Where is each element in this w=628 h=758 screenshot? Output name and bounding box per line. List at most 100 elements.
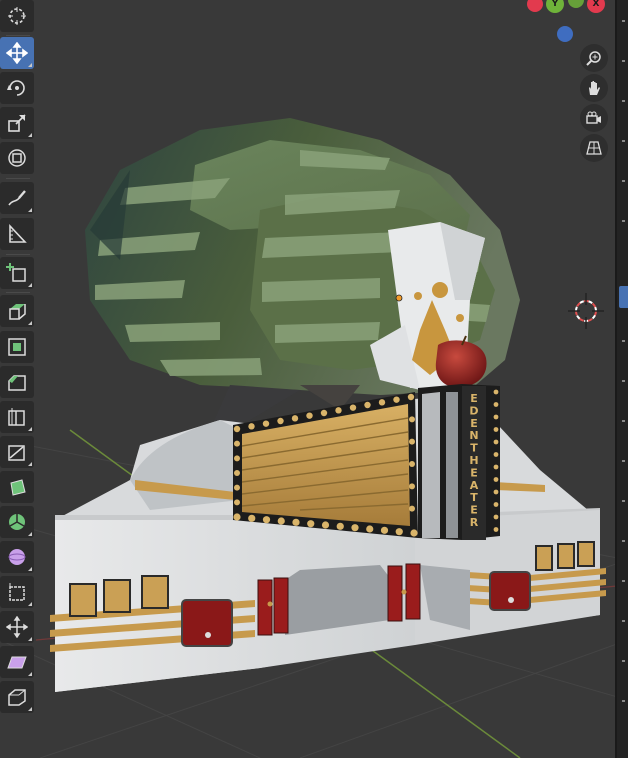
loop-cut-icon — [8, 408, 25, 426]
marquee-bulb — [409, 505, 415, 512]
zoom-button[interactable] — [580, 44, 608, 72]
spin-icon — [9, 514, 25, 530]
loop-cut-tool[interactable] — [0, 401, 34, 433]
measure-tool[interactable] — [0, 218, 34, 250]
marquee-bulb — [493, 477, 499, 482]
marquee-bulb — [233, 513, 241, 521]
pan-button[interactable] — [580, 74, 608, 102]
poly-build-icon — [10, 479, 26, 496]
marquee-bulb — [493, 414, 499, 420]
smooth-icon — [8, 549, 26, 565]
marquee-bulb — [233, 425, 241, 433]
marquee-bulb — [349, 404, 357, 411]
marquee-letter: A — [470, 479, 479, 492]
shear-icon — [7, 656, 27, 669]
marquee-bulb — [351, 524, 359, 532]
marquee-letter: T — [470, 491, 478, 504]
move-icon — [6, 42, 28, 64]
cursor-tool[interactable] — [0, 0, 34, 32]
marquee-bulb — [366, 525, 374, 533]
bevel-tool[interactable] — [0, 366, 34, 398]
marquee-bulb — [407, 393, 415, 401]
scale-icon — [8, 114, 26, 132]
marquee-letter: T — [470, 442, 478, 455]
inset-icon — [8, 338, 26, 356]
marquee-bulb — [395, 528, 403, 536]
marquee-bulb — [493, 489, 499, 495]
annotate-icon — [8, 190, 26, 206]
marquee-letter: H — [469, 454, 478, 467]
rip-tool[interactable] — [0, 681, 34, 713]
marquee-bulb — [321, 521, 330, 529]
add-cube-tool[interactable] — [0, 257, 34, 289]
gizmo-neg-z[interactable] — [557, 26, 573, 42]
rotate-tool[interactable] — [0, 72, 34, 104]
scale-tool[interactable] — [0, 107, 34, 139]
grid-perspective-icon — [586, 141, 602, 155]
marquee-bulb — [277, 517, 285, 525]
edge-slide-icon — [9, 583, 25, 601]
marquee-bulb — [493, 402, 499, 407]
knife-tool[interactable] — [0, 436, 34, 468]
3d-cursor-icon[interactable] — [568, 293, 604, 329]
marquee-letter: N — [469, 429, 478, 442]
marquee-letter: E — [470, 417, 478, 430]
marquee-bulb — [234, 499, 240, 506]
transform-tool[interactable] — [0, 142, 34, 174]
marquee-bulb — [262, 420, 270, 427]
marquee-bulb — [277, 417, 284, 425]
measure-icon — [9, 223, 27, 243]
marquee-bulb — [409, 438, 415, 445]
marquee-bulb — [248, 514, 256, 522]
sidebar-toggle-tab[interactable] — [619, 286, 628, 308]
sidebar-region[interactable] — [615, 0, 628, 758]
marquee-bulb — [493, 514, 499, 520]
add-cube-icon — [6, 263, 26, 282]
gizmo-y-label: Y — [551, 0, 559, 9]
marquee-letter: E — [470, 392, 478, 405]
marquee-bulb — [335, 407, 342, 414]
3d-viewport[interactable]: EDENTHEATER Y X — [0, 0, 628, 758]
marquee-bulb — [292, 518, 300, 526]
spin-tool[interactable] — [0, 506, 34, 538]
move-tool[interactable] — [0, 37, 34, 69]
marquee-bulb — [493, 389, 499, 395]
marquee-bulb — [380, 526, 389, 534]
extrude-tool[interactable] — [0, 295, 34, 327]
knife-icon — [8, 445, 25, 461]
annotate-tool[interactable] — [0, 182, 34, 214]
marquee-letter: R — [470, 516, 479, 529]
tool-shelf — [0, 0, 36, 758]
marquee-bulb — [234, 470, 240, 476]
smooth-tool[interactable] — [0, 541, 34, 573]
marquee-bulb — [493, 464, 499, 470]
shear-tool[interactable] — [0, 646, 34, 678]
marquee-bulb — [493, 527, 499, 532]
marquee-bulb — [493, 502, 499, 507]
marquee-bulb — [234, 455, 240, 462]
marquee-bulb — [336, 522, 344, 530]
marquee-bulb — [378, 399, 386, 406]
perspective-toggle-button[interactable] — [580, 134, 608, 162]
marquee-bulb — [364, 401, 371, 409]
marquee-bulb — [493, 427, 499, 432]
marquee-bulb — [234, 440, 240, 447]
marquee-letter: E — [470, 466, 478, 479]
camera-view-button[interactable] — [580, 104, 608, 132]
shrink-fatten-tool[interactable] — [0, 611, 34, 643]
scene-render: EDENTHEATER — [0, 118, 628, 758]
zoom-icon — [586, 51, 601, 66]
marquee-board — [233, 392, 418, 538]
inset-tool[interactable] — [0, 331, 34, 363]
marquee-bulb — [307, 520, 315, 528]
hand-icon — [589, 81, 600, 95]
marquee-bulb — [291, 415, 299, 422]
marquee-bulb — [493, 452, 499, 457]
marquee-bulb — [262, 516, 271, 524]
poly-build-tool[interactable] — [0, 471, 34, 503]
marquee-bulb — [248, 423, 255, 430]
edge-slide-tool[interactable] — [0, 576, 34, 608]
cursor-icon — [8, 7, 26, 25]
rotate-icon — [7, 80, 25, 96]
marquee-bulb — [409, 416, 415, 423]
